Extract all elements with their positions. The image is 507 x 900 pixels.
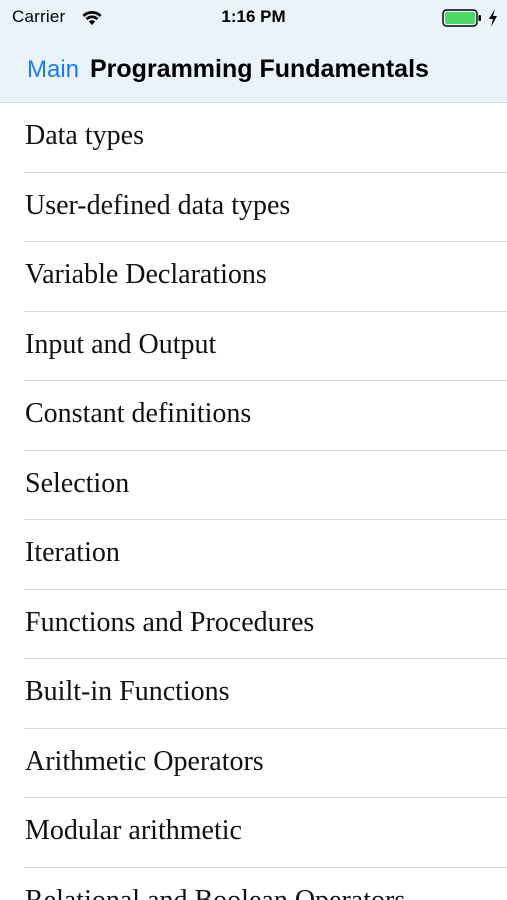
list-item[interactable]: Input and Output [0, 312, 507, 382]
status-time: 1:16 PM [221, 7, 286, 26]
list-item[interactable]: User-defined data types [0, 173, 507, 243]
app-screen: Carrier 1:16 PM Main Programming Fundame… [0, 0, 507, 900]
list-item[interactable]: Modular arithmetic [0, 798, 507, 868]
list-item[interactable]: Functions and Procedures [0, 590, 507, 660]
list-item[interactable]: Iteration [0, 520, 507, 590]
back-button[interactable]: Main [27, 56, 79, 84]
list-item-label: Arithmetic Operators [25, 745, 264, 777]
page-title: Programming Fundamentals [90, 55, 429, 83]
list-item[interactable]: Variable Declarations [0, 242, 507, 312]
battery-icon [442, 8, 482, 28]
list-item-label: Data types [25, 120, 144, 151]
topic-list: Data types User-defined data types Variabl… [0, 103, 507, 900]
bolt-icon [487, 8, 499, 28]
list-item[interactable]: Built-in Functions [0, 659, 507, 729]
list-item-label: Modular arithmetic [25, 815, 242, 846]
list-item-label: Built-in Functions [25, 676, 230, 707]
list-item-label: Functions and Procedures [25, 606, 315, 638]
list-item[interactable]: Constant definitions [0, 381, 507, 451]
list-item[interactable]: Data types [0, 103, 507, 173]
list-item-label: Iteration [25, 537, 120, 568]
navigation-bar: Main Programming Fundamentals [0, 36, 507, 103]
list-item-label: Selection [25, 467, 130, 499]
list-item-label: Relational and Boolean Operators [25, 884, 406, 900]
list-item-label: Input and Output [25, 328, 217, 360]
list-item[interactable]: Arithmetic Operators [0, 729, 507, 799]
status-bar: Carrier 1:16 PM [0, 0, 507, 36]
list-item[interactable]: Selection [0, 451, 507, 521]
list-item-label: User-defined data types [25, 189, 291, 221]
list-item-label: Variable Declarations [25, 259, 267, 290]
list-item[interactable]: Relational and Boolean Operators [0, 868, 507, 900]
list-item-label: Constant definitions [25, 398, 252, 429]
